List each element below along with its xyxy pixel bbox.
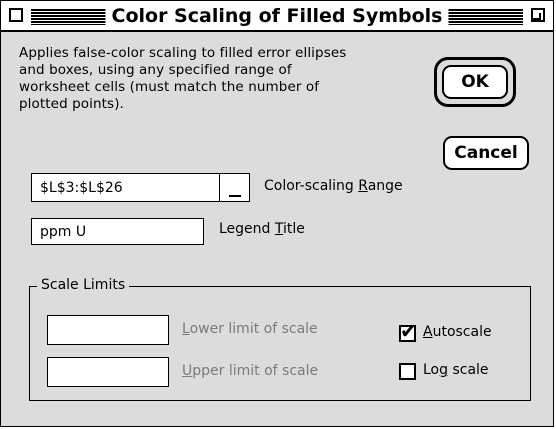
scale-limits-label: Scale Limits (37, 277, 130, 293)
log-scale-checkbox[interactable] (399, 363, 416, 380)
color-range-value: $L$3:$L$26 (40, 179, 123, 196)
legend-title-label: Legend Title (219, 221, 305, 237)
autoscale-checkbox[interactable]: ✔ (399, 321, 417, 342)
default-button-ring: OK (434, 57, 516, 107)
ok-button[interactable]: OK (442, 65, 508, 99)
title-bar[interactable]: Color Scaling of Filled Symbols (1, 1, 553, 32)
zoom-box[interactable] (531, 8, 545, 22)
checkmark-icon: ✔ (400, 319, 417, 343)
log-scale-label[interactable]: Log scale (423, 362, 489, 378)
autoscale-label[interactable]: Autoscale (423, 324, 492, 340)
lower-limit-label: Lower limit of scale (182, 321, 318, 337)
dialog-window: Color Scaling of Filled Symbols Applies … (0, 0, 554, 427)
dialog-description: Applies false-color scaling to filled er… (19, 45, 347, 112)
close-box[interactable] (9, 8, 23, 22)
underscore-icon (228, 195, 241, 197)
upper-limit-field[interactable] (47, 357, 169, 387)
legend-title-value: ppm U (40, 223, 87, 240)
color-range-label: Color-scaling Range (264, 178, 403, 194)
lower-limit-field[interactable] (47, 315, 169, 345)
legend-title-field[interactable]: ppm U (31, 218, 204, 245)
cancel-button[interactable]: Cancel (443, 136, 529, 170)
range-select-button[interactable] (219, 174, 249, 201)
upper-limit-label: Upper limit of scale (182, 363, 319, 379)
window-title: Color Scaling of Filled Symbols (105, 4, 449, 28)
color-range-field[interactable]: $L$3:$L$26 (31, 173, 250, 202)
